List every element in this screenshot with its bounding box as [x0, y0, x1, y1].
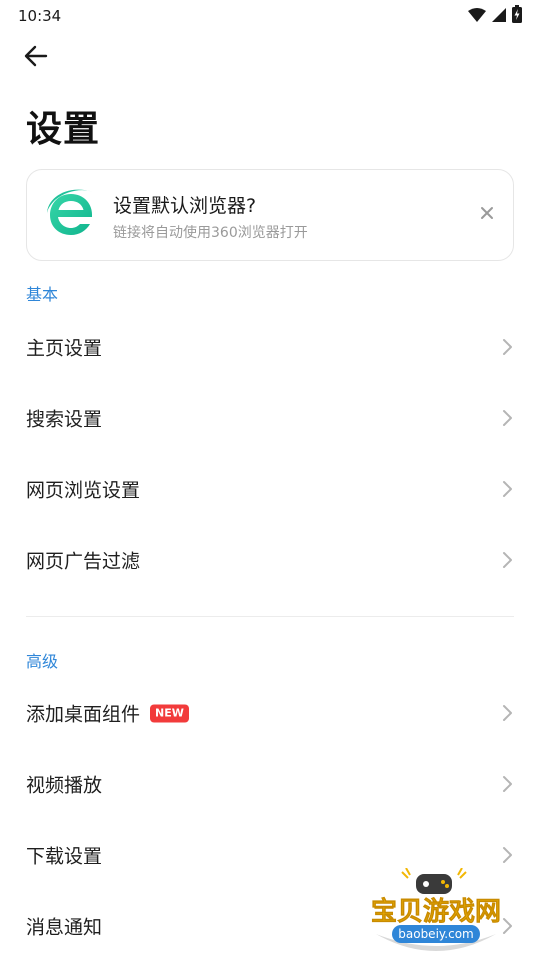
chevron-right-icon — [503, 776, 512, 792]
chevron-right-icon — [503, 705, 512, 721]
page-title: 设置 — [26, 109, 101, 150]
setting-item-label: 添加桌面组件 NEW — [26, 700, 189, 727]
promo-title: 设置默认浏览器? — [113, 195, 257, 217]
setting-item-label: 网页浏览设置 — [26, 479, 141, 502]
setting-item-label: 搜索设置 — [26, 408, 103, 431]
status-icons — [468, 5, 522, 27]
watermark-text: 宝贝游戏网 — [371, 896, 501, 927]
setting-item-ad-filter[interactable]: 网页广告过滤 — [0, 528, 540, 592]
default-browser-card[interactable]: 设置默认浏览器? 链接将自动使用360浏览器打开 — [26, 169, 514, 261]
section-header-basic: 基本 — [26, 285, 59, 304]
arrow-left-icon — [24, 45, 48, 71]
battery-charging-icon — [512, 5, 522, 27]
setting-item-search[interactable]: 搜索设置 — [0, 386, 540, 450]
setting-item-label: 消息通知 — [26, 916, 103, 939]
wifi-icon — [468, 7, 486, 26]
section-divider — [26, 616, 514, 617]
watermark-logo: 宝贝游戏网 baobeiy.com — [362, 867, 510, 958]
chevron-right-icon — [503, 847, 512, 863]
chevron-right-icon — [503, 410, 512, 426]
back-button[interactable] — [18, 42, 54, 74]
chevron-right-icon — [503, 552, 512, 568]
setting-item-label: 下载设置 — [26, 845, 103, 868]
status-time: 10:34 — [18, 7, 62, 25]
close-icon — [480, 205, 494, 224]
chevron-right-icon — [503, 339, 512, 355]
settings-screen: 10:34 设置 设置默认浏览器? 链接将自动使用360浏览器打开 基本 主页设… — [0, 0, 540, 960]
browser-logo — [45, 186, 97, 240]
section-header-advanced: 高级 — [26, 652, 59, 671]
status-bar: 10:34 — [0, 0, 540, 32]
setting-item-label: 视频播放 — [26, 774, 103, 797]
setting-item-video[interactable]: 视频播放 — [0, 752, 540, 816]
setting-item-text: 添加桌面组件 — [26, 703, 141, 726]
watermark-url: baobeiy.com — [398, 927, 473, 941]
promo-close-button[interactable] — [475, 202, 499, 226]
setting-item-label: 主页设置 — [26, 337, 103, 360]
chevron-right-icon — [503, 481, 512, 497]
setting-item-label: 网页广告过滤 — [26, 550, 141, 573]
new-badge: NEW — [150, 704, 189, 722]
setting-item-homepage[interactable]: 主页设置 — [0, 315, 540, 379]
promo-subtitle: 链接将自动使用360浏览器打开 — [113, 225, 308, 241]
setting-item-desktop-widget[interactable]: 添加桌面组件 NEW — [0, 681, 540, 745]
setting-item-browsing[interactable]: 网页浏览设置 — [0, 457, 540, 521]
signal-icon — [492, 7, 506, 26]
